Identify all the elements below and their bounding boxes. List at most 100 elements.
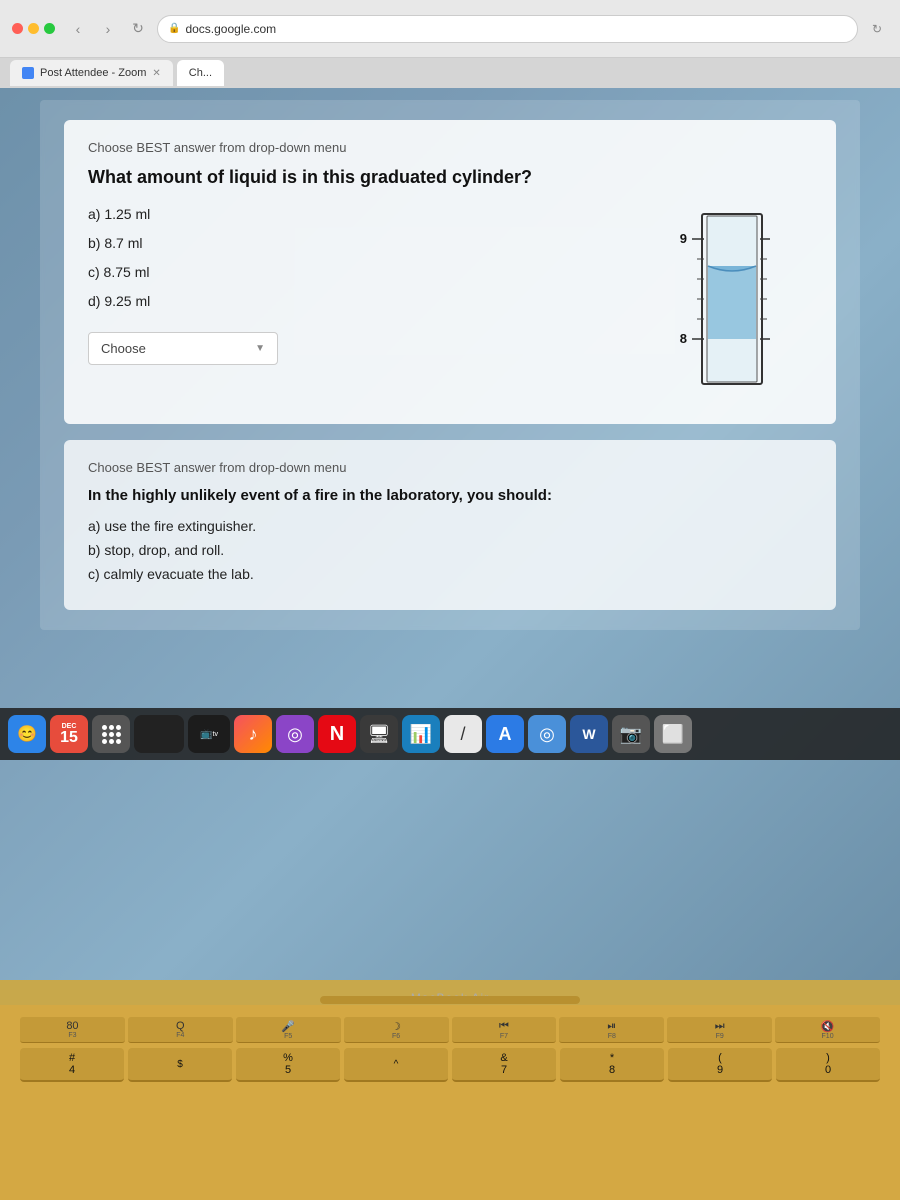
question-card-1: Choose BEST answer from drop-down menu W… [64,120,836,424]
trackpad-area[interactable] [320,996,580,1004]
f3-main: 80 [66,1020,78,1032]
dropdown-area: Choose ▼ [88,332,622,365]
dock-camera[interactable]: 📷 [612,715,650,753]
key-hash-4[interactable]: # 4 [20,1048,124,1082]
address-bar[interactable]: 🔒 docs.google.com [157,15,858,43]
doc-content: Choose BEST answer from drop-down menu W… [40,100,860,630]
choose-dropdown[interactable]: Choose ▼ [88,332,278,365]
f5-sub: F5 [284,1033,292,1040]
f6-sub: F6 [392,1033,400,1040]
instruction-text-2: Choose BEST answer from drop-down menu [88,460,812,475]
fn-row: 80 F3 Q F4 🎤 F5 ☽ F6 ⏮ F7 ⏯ F8 ⏭ F9 🔇 [20,1017,880,1043]
key-paren-close-0[interactable]: ) 0 [776,1048,880,1082]
fire-choice-c: c) calmly evacuate the lab. [88,566,812,582]
dock-podcast[interactable]: ◎ [276,715,314,753]
maximize-dot[interactable] [44,23,55,34]
dock-launchpad[interactable] [92,715,130,753]
minimize-dot[interactable] [28,23,39,34]
f8-main: ⏯ [607,1020,616,1033]
dock-appletv[interactable]: 📺tv [188,715,230,753]
star-bottom: 8 [609,1064,615,1076]
choice-d: d) 9.25 ml [88,291,622,312]
dock-app-a[interactable]: A [486,715,524,753]
question-body-1: a) 1.25 ml b) 8.7 ml c) 8.75 ml d) 9.25 … [88,204,812,404]
key-amp-7[interactable]: & 7 [452,1048,556,1082]
key-f5[interactable]: 🎤 F5 [236,1017,341,1043]
tab-ch-label: Ch... [189,67,212,79]
key-paren-open-9[interactable]: ( 9 [668,1048,772,1082]
dock-netflix[interactable]: N [318,715,356,753]
key-f10[interactable]: 🔇 F10 [775,1017,880,1043]
dock-chart[interactable]: 📊 [402,715,440,753]
f10-sub: F10 [822,1033,834,1040]
svg-text:9: 9 [680,231,687,246]
f6-main: ☽ [391,1020,401,1033]
dot6 [116,732,121,737]
tab-zoom-label: Post Attendee - Zoom [40,67,146,79]
dock-dots-grid [98,721,125,748]
key-caret[interactable]: ^ [344,1048,448,1082]
tab-ch[interactable]: Ch... [177,60,224,86]
dock-music[interactable]: ♪ [234,715,272,753]
back-icon[interactable]: ‹ [67,18,89,40]
close-dot[interactable] [12,23,23,34]
paren-close-bottom: 0 [825,1064,831,1076]
amp-bottom: 7 [501,1064,507,1076]
dock-bar: 😊 DEC 15 📺tv ♪ ◎ [0,708,900,760]
percent-bottom: 5 [285,1064,291,1076]
key-f7[interactable]: ⏮ F7 [452,1017,557,1043]
percent-top: % [283,1052,293,1064]
dropdown-label: Choose [101,341,146,356]
refresh-top-icon[interactable]: ↻ [866,18,888,40]
dock-monitor[interactable]: 🖥 [360,715,398,753]
choice-b: b) 8.7 ml [88,233,622,254]
dock-editor[interactable]: / [444,715,482,753]
keyboard-area: 80 F3 Q F4 🎤 F5 ☽ F6 ⏮ F7 ⏯ F8 ⏭ F9 🔇 [0,1005,900,1200]
dock-day: 15 [60,730,78,746]
browser-chrome: ‹ › ↻ 🔒 docs.google.com ↻ [0,0,900,58]
forward-icon[interactable]: › [97,18,119,40]
f5-main: 🎤 [281,1020,295,1033]
f10-main: 🔇 [821,1020,835,1033]
key-f4[interactable]: Q F4 [128,1017,233,1043]
instruction-text-1: Choose BEST answer from drop-down menu [88,140,812,155]
paren-close-top: ) [826,1052,830,1064]
dock-calendar[interactable]: DEC 15 [50,715,88,753]
key-percent-5[interactable]: % 5 [236,1048,340,1082]
lock-icon: 🔒 [168,23,180,34]
f4-main: Q [176,1020,185,1032]
key-f6[interactable]: ☽ F6 [344,1017,449,1043]
key-f9[interactable]: ⏭ F9 [667,1017,772,1043]
refresh-icon[interactable]: ↻ [127,18,149,40]
question-card-2: Choose BEST answer from drop-down menu I… [64,440,836,610]
fire-choice-a: a) use the fire extinguisher. [88,518,812,534]
tab-zoom[interactable]: Post Attendee - Zoom ✕ [10,60,173,86]
answer-choices-1: a) 1.25 ml b) 8.7 ml c) 8.75 ml d) 9.25 … [88,204,622,365]
laptop-screen: ‹ › ↻ 🔒 docs.google.com ↻ Post Attendee … [0,0,900,980]
dock-target[interactable]: ◎ [528,715,566,753]
tab-close-icon[interactable]: ✕ [152,68,160,79]
dot1 [102,725,107,730]
key-dollar[interactable]: $ [128,1048,232,1082]
question-title-1: What amount of liquid is in this graduat… [88,167,812,188]
dot5 [109,732,114,737]
dock-extra[interactable]: ⬜ [654,715,692,753]
f4-sub: F4 [176,1032,184,1039]
dot8 [109,739,114,744]
dropdown-arrow-icon: ▼ [255,343,265,354]
key-star-8[interactable]: * 8 [560,1048,664,1082]
dock-finder[interactable]: 😊 [8,715,46,753]
cylinder-area: 9 8 [652,204,812,404]
key-f3[interactable]: 80 F3 [20,1017,125,1043]
dot4 [102,732,107,737]
dock-screen[interactable] [134,715,184,753]
tab-bar: Post Attendee - Zoom ✕ Ch... [0,58,900,88]
key-f8[interactable]: ⏯ F8 [559,1017,664,1043]
caret-symbol: ^ [394,1059,399,1070]
dot3 [116,725,121,730]
paren-open-top: ( [718,1052,722,1064]
dock-word[interactable]: W [570,715,608,753]
star-top: * [610,1052,614,1064]
f9-main: ⏭ [715,1020,725,1033]
key-hash-bottom: 4 [69,1064,75,1076]
